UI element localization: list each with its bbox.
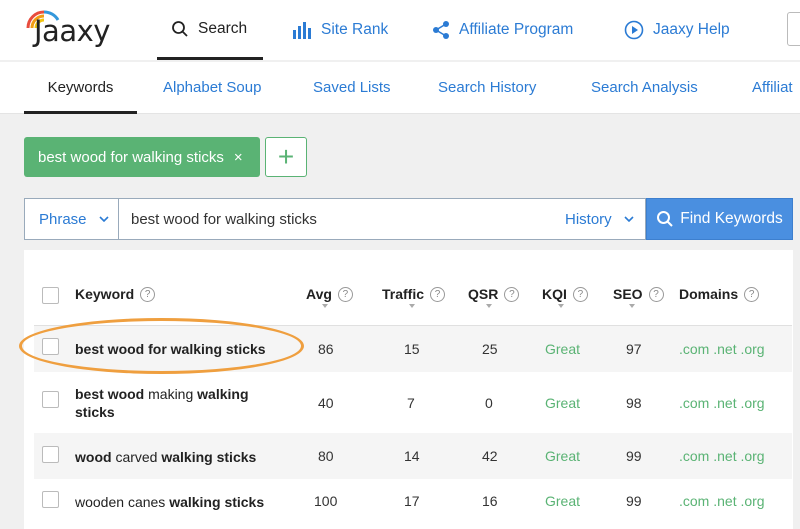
- row-avg: 40: [318, 395, 334, 411]
- column-avg-label: Avg: [306, 286, 332, 302]
- help-icon[interactable]: ?: [648, 286, 664, 302]
- find-keywords-label: Find Keywords: [680, 210, 783, 227]
- close-icon[interactable]: ×: [234, 149, 243, 166]
- side-menu-button[interactable]: [787, 12, 800, 46]
- sort-icon[interactable]: [486, 304, 492, 308]
- help-icon[interactable]: ?: [430, 286, 446, 302]
- tab-search-history[interactable]: Search History: [438, 62, 536, 114]
- row-qsr: 42: [482, 448, 498, 464]
- column-seo-label: SEO: [613, 286, 643, 302]
- row-keyword-text: best wood for walking sticks: [75, 341, 266, 357]
- search-input[interactable]: [118, 198, 554, 240]
- row-traffic: 15: [404, 341, 420, 357]
- tab-affiliate[interactable]: Affiliat: [752, 62, 793, 114]
- row-kqi: Great: [545, 493, 581, 509]
- nav-search[interactable]: Search: [157, 0, 263, 60]
- chevron-down-icon: [624, 216, 634, 222]
- sort-icon[interactable]: [558, 304, 564, 308]
- search-bar: Phrase History Find Keywords: [24, 198, 793, 240]
- row-seo: 97: [626, 341, 642, 357]
- row-domains[interactable]: .com .net .org: [679, 395, 765, 411]
- help-icon[interactable]: ?: [337, 286, 353, 302]
- search-icon: [172, 20, 188, 37]
- tab-alphabet-soup[interactable]: Alphabet Soup: [163, 62, 261, 114]
- nav-affiliate-program[interactable]: Affiliate Program: [432, 0, 573, 60]
- jaaxy-logo[interactable]: Jaaxy: [24, 8, 124, 50]
- row-avg: 86: [318, 341, 334, 357]
- row-checkbox[interactable]: [42, 338, 59, 355]
- column-domains-label: Domains: [679, 286, 739, 302]
- row-avg: 80: [318, 448, 334, 464]
- play-circle-icon: [624, 20, 644, 40]
- row-kqi: Great: [545, 395, 581, 411]
- nav-site-rank-label: Site Rank: [321, 21, 389, 38]
- row-kqi: Great: [545, 341, 581, 357]
- column-traffic-label: Traffic: [382, 286, 425, 302]
- top-navigation: Jaaxy Search Site Rank Affiliate Program…: [0, 0, 800, 60]
- phrase-dropdown-label: Phrase: [39, 210, 87, 228]
- row-traffic: 7: [407, 395, 415, 411]
- keyword-chip-label: best wood for walking sticks: [38, 148, 224, 166]
- nav-site-rank[interactable]: Site Rank: [292, 0, 388, 60]
- nav-search-label: Search: [198, 19, 248, 37]
- column-kqi-label: KQI: [542, 286, 567, 302]
- column-keyword-label: Keyword: [75, 286, 135, 302]
- column-seo[interactable]: SEO?: [613, 284, 664, 304]
- nav-jaaxy-help-label: Jaaxy Help: [653, 21, 730, 38]
- column-qsr[interactable]: QSR?: [468, 284, 520, 304]
- help-icon[interactable]: ?: [504, 286, 520, 302]
- row-kqi: Great: [545, 448, 581, 464]
- nav-affiliate-program-label: Affiliate Program: [459, 21, 574, 38]
- add-keyword-button[interactable]: +: [265, 137, 307, 177]
- sort-icon[interactable]: [409, 304, 415, 308]
- row-avg: 100: [314, 493, 338, 509]
- row-seo: 99: [626, 493, 642, 509]
- chevron-down-icon: [98, 216, 109, 222]
- row-seo: 99: [626, 448, 642, 464]
- column-kqi[interactable]: KQI?: [542, 284, 588, 304]
- keyword-chip[interactable]: best wood for walking sticks ×: [24, 137, 260, 177]
- column-domains[interactable]: Domains?: [679, 284, 760, 304]
- row-checkbox[interactable]: [42, 446, 59, 463]
- find-keywords-button[interactable]: Find Keywords: [646, 198, 793, 240]
- share-icon: [433, 21, 449, 39]
- help-icon[interactable]: ?: [572, 286, 588, 302]
- row-traffic: 17: [404, 493, 420, 509]
- tab-keywords[interactable]: Keywords: [24, 62, 137, 114]
- column-avg[interactable]: Avg?: [306, 284, 353, 304]
- nav-jaaxy-help[interactable]: Jaaxy Help: [624, 0, 730, 60]
- row-domains[interactable]: .com .net .org: [679, 448, 765, 464]
- row-qsr: 25: [482, 341, 498, 357]
- phrase-dropdown[interactable]: Phrase: [24, 198, 118, 240]
- row-seo: 98: [626, 395, 642, 411]
- tab-saved-lists[interactable]: Saved Lists: [313, 62, 391, 114]
- search-icon: [657, 211, 673, 227]
- row-checkbox[interactable]: [42, 491, 59, 508]
- row-qsr: 0: [485, 395, 493, 411]
- tab-search-analysis[interactable]: Search Analysis: [591, 62, 698, 114]
- row-keyword[interactable]: wooden canes walking sticks: [75, 493, 264, 511]
- select-all-checkbox[interactable]: [42, 287, 59, 304]
- row-keyword[interactable]: wood carved walking sticks: [75, 448, 256, 466]
- column-keyword[interactable]: Keyword?: [75, 284, 156, 304]
- sort-icon[interactable]: [322, 304, 328, 308]
- help-icon[interactable]: ?: [744, 286, 760, 302]
- row-qsr: 16: [482, 493, 498, 509]
- sort-icon[interactable]: [629, 304, 635, 308]
- bar-chart-icon: [293, 22, 311, 39]
- column-qsr-label: QSR: [468, 286, 499, 302]
- column-traffic[interactable]: Traffic?: [382, 284, 446, 304]
- brand-name: Jaaxy: [34, 14, 110, 48]
- history-dropdown[interactable]: History: [553, 198, 646, 240]
- sub-navigation: Keywords Alphabet Soup Saved Lists Searc…: [0, 62, 800, 114]
- history-dropdown-label: History: [565, 210, 612, 228]
- row-checkbox[interactable]: [42, 391, 59, 408]
- row-domains[interactable]: .com .net .org: [679, 341, 765, 357]
- row-traffic: 14: [404, 448, 420, 464]
- row-keyword[interactable]: best wood making walking sticks: [75, 385, 275, 421]
- help-icon[interactable]: ?: [140, 286, 156, 302]
- row-domains[interactable]: .com .net .org: [679, 493, 765, 509]
- row-keyword[interactable]: best wood for walking sticks: [75, 340, 266, 358]
